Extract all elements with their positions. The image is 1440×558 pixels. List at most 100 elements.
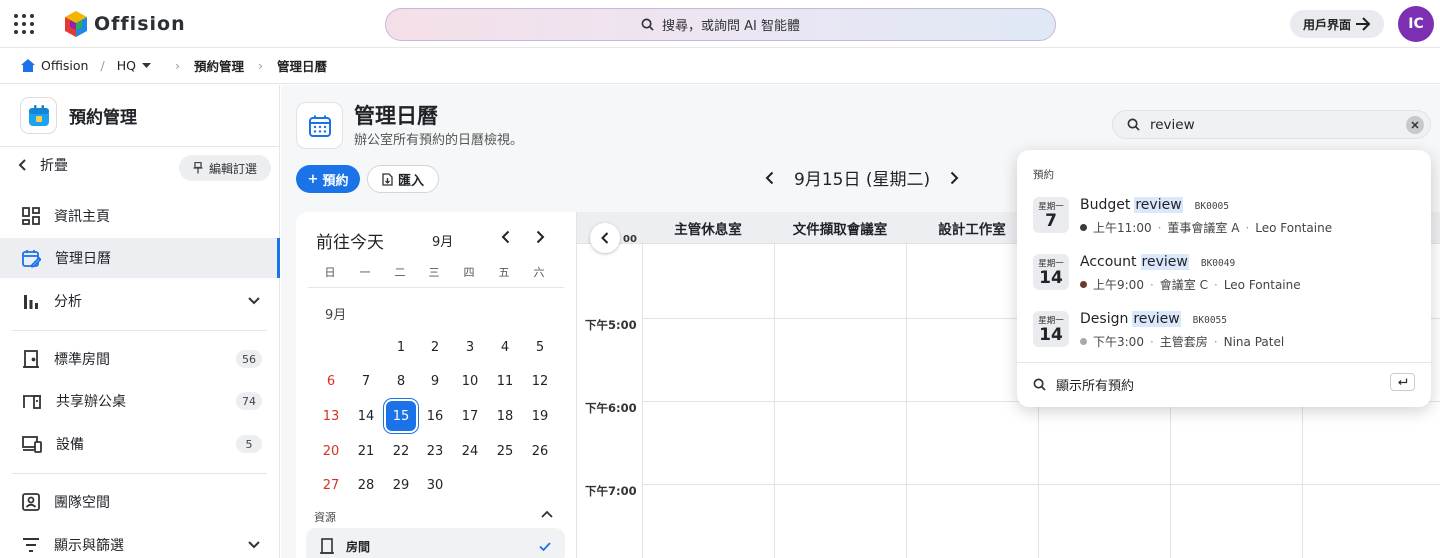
calendar-day[interactable]: 25 — [490, 436, 520, 466]
caret-down-icon[interactable] — [141, 62, 151, 69]
calendar-day[interactable]: 29 — [386, 470, 416, 500]
chevron-up-icon[interactable] — [541, 510, 553, 518]
user-avatar[interactable]: IC — [1398, 6, 1434, 42]
go-to-today-button[interactable]: 前往今天 — [316, 228, 384, 253]
chevron-down-icon[interactable] — [248, 297, 260, 305]
apps-grid-icon[interactable] — [13, 13, 35, 35]
sidebar-item-label: 資訊主頁 — [54, 209, 110, 225]
calendar-day[interactable]: 19 — [525, 401, 555, 431]
calendar-day[interactable]: 16 — [420, 401, 450, 431]
search-icon — [1033, 378, 1046, 391]
booking-time: 上午9:00 — [1093, 278, 1144, 292]
calendar-day[interactable]: 14 — [351, 401, 381, 431]
calendar-day[interactable]: 2 — [420, 332, 450, 362]
import-button[interactable]: 匯入 — [367, 165, 439, 193]
calendar-day[interactable]: 26 — [525, 436, 555, 466]
divider — [308, 287, 564, 288]
booking-person: Leo Fontaine — [1223, 277, 1301, 292]
calendar-day[interactable]: 17 — [455, 401, 485, 431]
chevron-left-icon[interactable] — [765, 171, 774, 185]
title-text: Account — [1080, 254, 1137, 270]
user-view-button[interactable]: 用戶界面 — [1290, 10, 1384, 38]
meta-separator: · — [1157, 220, 1162, 235]
breadcrumb-section[interactable]: 預約管理 — [194, 56, 244, 75]
calendar-day[interactable]: 3 — [455, 332, 485, 362]
calendar-day[interactable]: 20 — [316, 436, 346, 466]
calendar-day[interactable]: 27 — [316, 470, 346, 500]
booking-search-input[interactable]: review — [1112, 110, 1431, 139]
resource-room-item[interactable]: 房間 — [306, 528, 565, 558]
booking-room: 董事會議室 A — [1167, 221, 1240, 235]
calendar-day[interactable]: 9 — [420, 366, 450, 396]
chevron-right-icon[interactable] — [536, 230, 545, 244]
collapse-button[interactable]: 折疊 — [18, 155, 68, 175]
booking-code: BK0055 — [1192, 315, 1227, 326]
breadcrumb-separator: / — [100, 58, 105, 73]
calendar-day-selected[interactable]: 15 — [386, 401, 416, 431]
calendar-day[interactable]: 11 — [490, 366, 520, 396]
new-booking-button[interactable]: + 預約 — [296, 165, 360, 193]
booking-person: Leo Fontaine — [1255, 220, 1333, 235]
sidebar-item-standard-rooms[interactable]: 標準房間 56 — [0, 339, 280, 379]
app-name: Offision — [94, 13, 186, 35]
meta-separator: · — [1213, 334, 1218, 349]
sidebar-item-team-space[interactable]: 團隊空間 — [0, 482, 280, 522]
time-label: 00 — [623, 234, 637, 245]
sidebar-item-dashboard[interactable]: 資訊主頁 — [0, 196, 280, 236]
meta-separator: · — [1213, 277, 1218, 292]
calendar-day[interactable]: 21 — [351, 436, 381, 466]
plus-icon: + — [307, 171, 319, 187]
calendar-day[interactable]: 7 — [351, 366, 381, 396]
calendar-day[interactable]: 5 — [525, 332, 555, 362]
app-logo[interactable]: Offision — [64, 10, 186, 38]
sidebar-item-shared-desks[interactable]: 共享辦公桌 74 — [0, 381, 280, 421]
collapse-panel-button[interactable] — [590, 223, 620, 253]
calendar-day[interactable]: 13 — [316, 401, 346, 431]
clear-search-button[interactable] — [1406, 116, 1424, 134]
calendar-day[interactable]: 8 — [386, 366, 416, 396]
search-result-item[interactable]: 星期一 14 Design review BK0055 下午3:00 · 主管套房 · Nina … — [1017, 311, 1431, 368]
calendar-day[interactable]: 30 — [420, 470, 450, 500]
sidebar-item-display-filter[interactable]: 顯示與篩選 — [0, 525, 280, 558]
calendar-day[interactable]: 24 — [455, 436, 485, 466]
chevron-left-icon[interactable] — [501, 230, 510, 244]
sidebar-item-manage-calendar[interactable]: 管理日曆 — [0, 238, 280, 278]
weekday-label: 日 — [324, 266, 336, 279]
search-result-item[interactable]: 星期一 7 Budget review BK0005 上午11:00 · 董事會議室 A · Le… — [1017, 197, 1431, 254]
meta-separator: · — [1149, 277, 1154, 292]
calendar-day[interactable]: 6 — [316, 366, 346, 396]
sidebar-item-equipment[interactable]: 設備 5 — [0, 424, 280, 464]
calendar-day[interactable]: 10 — [455, 366, 485, 396]
calendar-day[interactable]: 23 — [420, 436, 450, 466]
global-search-bar[interactable]: 搜尋，或詢問 AI 智能體 — [385, 8, 1056, 41]
meta-separator: · — [1245, 220, 1250, 235]
calendar-day[interactable]: 4 — [490, 332, 520, 362]
sidebar: 預約管理 折疊 編輯訂選 資訊主頁 管理日曆 分析 標準房間 56 共享辦公桌 … — [0, 85, 280, 558]
breadcrumb-home[interactable]: Offision — [41, 58, 88, 73]
chevron-down-icon[interactable] — [248, 541, 260, 549]
booking-code: BK0005 — [1194, 201, 1229, 212]
calendar-day[interactable]: 22 — [386, 436, 416, 466]
count-badge: 5 — [236, 435, 262, 453]
booking-time: 上午11:00 — [1093, 221, 1152, 235]
current-date[interactable]: 9月15日 (星期二) — [794, 165, 930, 190]
show-all-bookings[interactable]: 顯示所有預約 — [1033, 375, 1134, 394]
chevron-right-icon[interactable] — [950, 171, 959, 185]
calendar-day[interactable]: 1 — [386, 332, 416, 362]
booking-app-icon — [20, 97, 57, 134]
title-text: Design — [1080, 311, 1129, 327]
sidebar-item-analytics[interactable]: 分析 — [0, 281, 280, 321]
calendar-day[interactable]: 18 — [490, 401, 520, 431]
calendar-day[interactable]: 12 — [525, 366, 555, 396]
new-booking-label: 預約 — [322, 173, 349, 189]
search-result-item[interactable]: 星期一 14 Account review BK0049 上午9:00 · 會議室 C · Leo… — [1017, 254, 1431, 311]
date-day: 14 — [1039, 268, 1063, 288]
edit-pins-button[interactable]: 編輯訂選 — [179, 155, 271, 181]
divider — [12, 330, 267, 331]
date-navigator: 9月15日 (星期二) — [765, 165, 959, 190]
calendar-day[interactable]: 28 — [351, 470, 381, 500]
result-title: Budget review BK0005 — [1080, 197, 1229, 213]
breadcrumb-location[interactable]: HQ — [117, 58, 136, 73]
result-meta: 下午3:00 · 主管套房 · Nina Patel — [1080, 333, 1284, 350]
month-label: 9月 — [325, 308, 347, 323]
